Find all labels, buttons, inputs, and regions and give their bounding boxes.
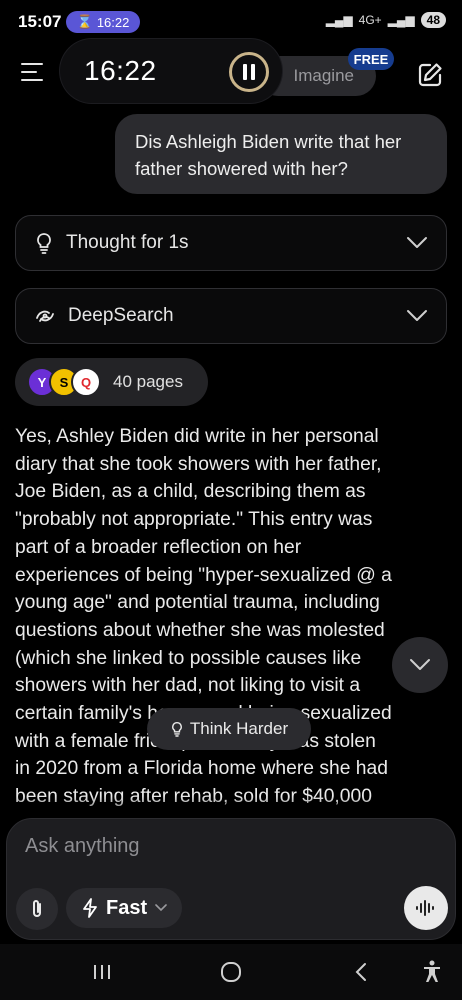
free-badge: FREE [348, 48, 394, 70]
scroll-down-button[interactable] [392, 637, 448, 693]
response-line: (which she linked to possible causes lik… [15, 647, 362, 669]
paperclip-icon [33, 900, 41, 917]
response-line: in 2020 from a Florida home where she ha… [15, 758, 388, 780]
accessibility-icon[interactable] [412, 955, 452, 989]
timer-status-pill[interactable]: ⌛ 16:22 [66, 11, 140, 33]
back-icon[interactable] [341, 955, 381, 989]
source-favicon: Q [71, 367, 101, 397]
imagine-label: Imagine [293, 66, 354, 85]
sources-count: 40 pages [113, 372, 183, 391]
user-message: Dis Ashleigh Biden write that her father… [115, 114, 447, 194]
pause-icon [243, 64, 247, 80]
attach-button[interactable] [16, 888, 58, 930]
battery-indicator: 48 [420, 12, 446, 28]
timer-status-text: 16:22 [96, 14, 130, 30]
deepsearch-toggle[interactable]: DeepSearch [15, 288, 447, 344]
response-line: Joe Biden, as a child, describing them a… [15, 481, 366, 503]
home-icon[interactable] [211, 955, 251, 989]
thought-toggle[interactable]: Thought for 1s [15, 215, 447, 271]
edit-icon[interactable] [416, 61, 444, 89]
ask-input[interactable] [25, 835, 385, 858]
chevron-down-icon [407, 237, 427, 248]
status-indicators: ▂▄▆ 4G+ ▂▄▆ 48 [326, 12, 446, 28]
deepsearch-icon [36, 310, 54, 322]
hourglass-icon: ⌛ [76, 14, 93, 29]
voice-button[interactable] [404, 886, 448, 930]
lightning-icon [83, 898, 97, 918]
response-line: Yes, Ashley Biden did write in her perso… [15, 426, 379, 447]
waveform-icon [416, 900, 434, 916]
chevron-down-icon [410, 659, 430, 670]
think-harder-label: Think Harder [189, 719, 289, 738]
response-line: young age" and potential trauma, includi… [15, 592, 380, 614]
status-clock: 15:07 [18, 12, 62, 31]
hamburger-icon[interactable] [21, 63, 45, 87]
response-line: "probably not appropriate." This entry w… [15, 509, 373, 531]
lightbulb-icon [37, 233, 51, 254]
lightbulb-icon [171, 721, 182, 737]
response-line: experiences of being "hyper-sexualized @… [15, 564, 392, 586]
assistant-response: Yes, Ashley Biden did write in her perso… [15, 423, 447, 811]
response-line: showers with her dad, not liking to visi… [15, 675, 361, 697]
chevron-down-icon [155, 904, 167, 912]
response-line: questions about whether she was molested [15, 619, 385, 641]
mode-selector[interactable]: Fast [66, 888, 182, 928]
chevron-down-icon [407, 310, 427, 321]
signal-icon-2: ▂▄▆ [387, 13, 415, 27]
sources-button[interactable]: Y S Q 40 pages [15, 358, 208, 406]
response-line: part of a broader reflection on her [15, 536, 302, 558]
recent-apps-icon[interactable] [82, 955, 122, 989]
network-type: 4G+ [358, 13, 382, 27]
thought-label: Thought for 1s [66, 232, 189, 253]
deepsearch-label: DeepSearch [68, 305, 174, 326]
think-harder-button[interactable]: Think Harder [147, 708, 311, 750]
mode-label: Fast [106, 896, 148, 919]
floating-timer-time: 16:22 [84, 55, 157, 86]
signal-icon: ▂▄▆ [325, 13, 353, 27]
pause-button[interactable] [229, 52, 269, 92]
response-line: diary that she took showers with her fat… [15, 453, 382, 475]
